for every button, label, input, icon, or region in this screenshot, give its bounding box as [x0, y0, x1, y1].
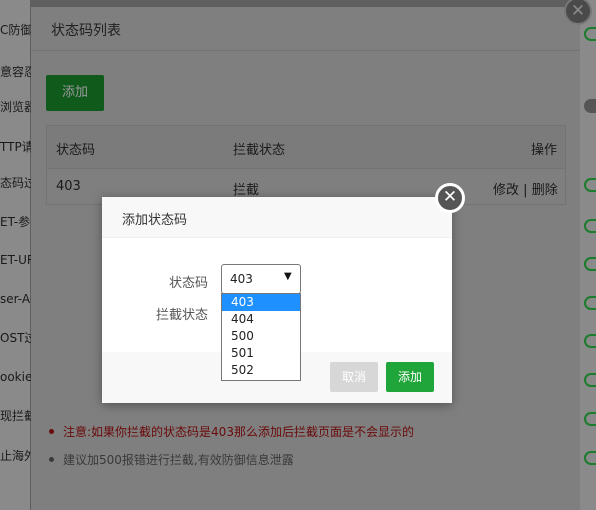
- bullet-icon: [49, 429, 54, 434]
- bg-toggle: [584, 219, 596, 233]
- bg-toggle: [584, 178, 596, 192]
- bullet-icon: [49, 457, 54, 462]
- bg-toggle: [584, 373, 596, 387]
- column-header-status: 拦截状态: [233, 143, 286, 158]
- status-code-table: 状态码 拦截状态 操作 403 拦截 修改 | 删除: [46, 125, 566, 205]
- action-separator: |: [523, 183, 528, 198]
- warning-note: 注意:如果你拦截的状态码是403那么添加后拦截页面是不会显示的: [49, 423, 414, 440]
- dialog-title: 状态码列表: [51, 23, 121, 39]
- warning-note-text: 注意:如果你拦截的状态码是403那么添加后拦截页面是不会显示的: [63, 425, 414, 439]
- status-code-dropdown: 403 404 500 501 502: [221, 293, 301, 381]
- tip-note: 建议加500报错进行拦截,有效防御信息泄露: [49, 451, 414, 468]
- row-actions: 修改 | 删除: [493, 179, 558, 198]
- dropdown-option[interactable]: 403: [222, 294, 300, 311]
- cancel-button[interactable]: 取消: [330, 362, 378, 392]
- cell-status: 拦截: [233, 183, 260, 198]
- background-page-right: [580, 0, 596, 510]
- status-code-select[interactable]: 403 ▼: [221, 264, 301, 294]
- dropdown-option[interactable]: 501: [222, 345, 300, 362]
- table-header: 状态码 拦截状态 操作: [47, 126, 565, 169]
- bg-toggle: [584, 412, 596, 426]
- dropdown-option[interactable]: 500: [222, 328, 300, 345]
- column-header-actions: 操作: [531, 143, 558, 158]
- edit-link[interactable]: 修改: [493, 183, 519, 198]
- cell-code: 403: [56, 179, 81, 194]
- intercept-status-label: 拦截状态: [155, 308, 208, 323]
- add-status-code-button[interactable]: 添加: [46, 75, 104, 111]
- selected-value: 403: [230, 272, 253, 286]
- status-code-label: 状态码: [168, 276, 208, 291]
- dropdown-option[interactable]: 404: [222, 311, 300, 328]
- dialog-header: 添加状态码: [102, 197, 452, 238]
- chevron-down-icon: ▼: [284, 271, 292, 282]
- dialog-title: 添加状态码: [122, 213, 188, 228]
- column-header-code: 状态码: [56, 143, 96, 158]
- bg-toggle: [584, 296, 596, 310]
- bg-toggle: [584, 334, 596, 348]
- tip-note-text: 建议加500报错进行拦截,有效防御信息泄露: [63, 453, 294, 467]
- delete-link[interactable]: 删除: [532, 183, 558, 198]
- close-icon[interactable]: ✕: [435, 183, 465, 213]
- notes-list: 注意:如果你拦截的状态码是403那么添加后拦截页面是不会显示的 建议加500报错…: [49, 423, 414, 479]
- dialog-header: 状态码列表: [31, 7, 580, 51]
- bg-toggle: [584, 99, 596, 113]
- confirm-add-button[interactable]: 添加: [386, 362, 434, 392]
- bg-toggle: [584, 257, 596, 271]
- bg-toggle: [584, 451, 596, 465]
- bg-toggle: [584, 27, 596, 41]
- dropdown-option[interactable]: 502: [222, 362, 300, 379]
